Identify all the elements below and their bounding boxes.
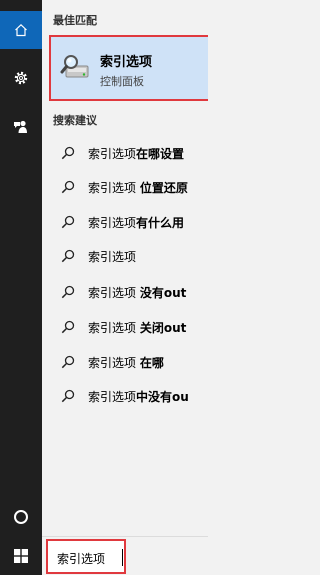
- feedback-icon: [14, 120, 27, 133]
- start-menu-rail: [0, 0, 42, 575]
- text-caret: [122, 549, 123, 566]
- suggestion-item[interactable]: 索引选项 没有out: [42, 276, 208, 308]
- gear-icon: [14, 71, 28, 85]
- search-input-value: 索引选项: [57, 552, 106, 566]
- suggestion-text: 索引选项有什么用: [88, 216, 185, 230]
- best-match-result[interactable]: 索引选项 控制面板: [49, 35, 208, 101]
- start-button[interactable]: [0, 537, 42, 575]
- settings-button[interactable]: [0, 59, 42, 97]
- windows-logo-icon: [14, 549, 28, 563]
- search-icon: [61, 389, 75, 403]
- best-match-subtitle: 控制面板: [100, 75, 144, 88]
- best-match-title: 索引选项: [100, 55, 153, 70]
- search-input[interactable]: 索引选项: [46, 539, 126, 574]
- suggestion-text: 索引选项 位置还原: [88, 181, 188, 195]
- taskbar: 索引选项: [42, 536, 208, 575]
- suggestion-text: 索引选项中没有ou: [88, 390, 189, 404]
- feedback-button[interactable]: [0, 108, 42, 146]
- cortana-button[interactable]: [0, 498, 42, 536]
- search-icon: [61, 320, 75, 334]
- home-icon: [15, 23, 27, 37]
- search-icon: [61, 146, 75, 160]
- suggestion-text: 索引选项 没有out: [88, 286, 187, 300]
- suggestion-item[interactable]: 索引选项: [42, 240, 208, 272]
- suggestion-item[interactable]: 索引选项在哪设置: [42, 137, 208, 169]
- suggestion-text: 索引选项: [88, 250, 137, 264]
- search-icon: [61, 285, 75, 299]
- suggestions-header: 搜索建议: [53, 114, 97, 127]
- search-icon: [61, 215, 75, 229]
- suggestion-item[interactable]: 索引选项 关闭out: [42, 311, 208, 343]
- search-icon: [61, 180, 75, 194]
- search-icon: [61, 249, 75, 263]
- search-icon: [61, 355, 75, 369]
- home-button[interactable]: [0, 11, 42, 49]
- search-results-panel: 最佳匹配 索引选项 控制面板 搜索建议 索引选项在哪设置 索引选项 位置还原 索…: [42, 0, 208, 536]
- suggestion-item[interactable]: 索引选项中没有ou: [42, 380, 208, 412]
- cortana-circle-icon: [14, 510, 28, 524]
- suggestion-item[interactable]: 索引选项 位置还原: [42, 171, 208, 203]
- suggestion-item[interactable]: 索引选项有什么用: [42, 206, 208, 238]
- suggestion-text: 索引选项在哪设置: [88, 147, 185, 161]
- suggestion-text: 索引选项 在哪: [88, 356, 164, 370]
- suggestion-item[interactable]: 索引选项 在哪: [42, 346, 208, 378]
- best-match-header: 最佳匹配: [53, 14, 97, 27]
- suggestion-text: 索引选项 关闭out: [88, 321, 187, 335]
- indexing-options-icon: [60, 55, 89, 78]
